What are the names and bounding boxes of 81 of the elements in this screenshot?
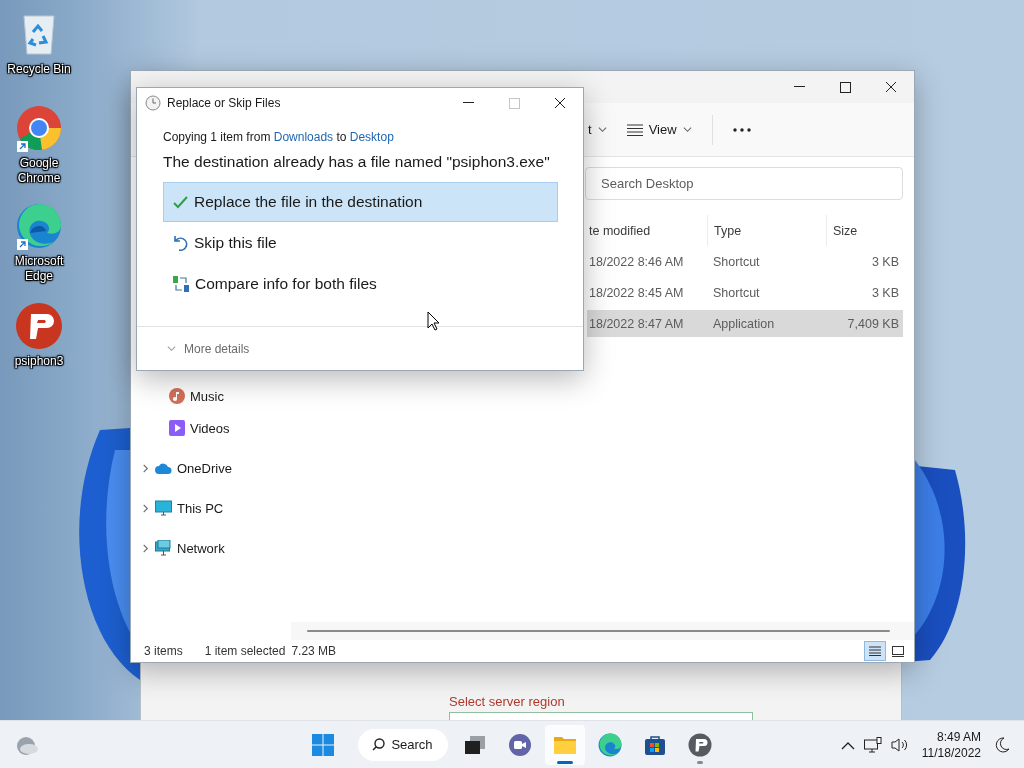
table-cell-text: 18/2022 8:46 AM — [588, 254, 685, 269]
table-cell-text: 18/2022 8:47 AM — [588, 316, 685, 331]
minimize-icon — [793, 86, 805, 88]
choice-option[interactable]: Replace the file in the destination — [163, 182, 558, 222]
chevron-icon — [597, 125, 607, 134]
music-icon — [169, 388, 185, 404]
task-view-icon — [463, 734, 486, 755]
network-icon[interactable] — [863, 737, 882, 753]
mouse-pointer-icon — [427, 311, 440, 331]
nav-item[interactable]: This PC — [131, 492, 291, 524]
shortcut-icon[interactable] — [15, 104, 63, 152]
maximize-icon — [839, 81, 851, 93]
table-cell-text: 3 KB — [870, 254, 900, 269]
maximize-icon — [508, 97, 520, 109]
close-icon — [554, 97, 566, 109]
column-header[interactable]: te modified — [587, 215, 707, 246]
file-row[interactable]: 18/2022 8:45 AM Shortcut 3 KB — [587, 279, 903, 306]
chevron-icon — [682, 125, 692, 134]
dialog-title: Replace or Skip Files — [167, 96, 281, 110]
edge-icon — [597, 732, 622, 757]
moon-icon[interactable] — [994, 737, 1010, 753]
more-details-button[interactable]: More details — [167, 341, 250, 356]
check-icon — [173, 195, 188, 209]
nav-item[interactable]: Music — [131, 380, 291, 412]
table-cell-text: 7,409 KB — [846, 316, 900, 331]
taskbar-search-button[interactable]: Search — [357, 728, 448, 761]
store-icon — [643, 733, 666, 756]
status-text: 3 items — [144, 644, 183, 658]
compare-icon — [173, 276, 189, 292]
volume-icon[interactable] — [890, 737, 909, 753]
choice-option[interactable]: Skip this file — [163, 223, 558, 263]
copy-description: Copying 1 item from Downloads to Desktop — [163, 130, 395, 144]
clock-icon — [145, 95, 161, 111]
cloud-icon — [155, 462, 172, 474]
horizontal-scrollbar[interactable] — [291, 622, 914, 640]
expand-chevron-icon — [141, 463, 150, 473]
more-icon — [732, 127, 751, 132]
file-row[interactable]: 18/2022 8:46 AM Shortcut 3 KB — [587, 248, 903, 275]
psiphon-icon — [687, 732, 712, 757]
chevron-up-icon[interactable] — [840, 740, 855, 750]
chat-icon — [507, 732, 532, 757]
expand-chevron-icon — [141, 503, 150, 513]
details-icon — [869, 646, 881, 656]
app-icon[interactable] — [15, 302, 63, 350]
view-button[interactable]: View — [620, 118, 698, 141]
search-icon — [372, 738, 386, 751]
minimize-icon — [462, 102, 474, 104]
chevron-icon — [167, 344, 176, 353]
undo-arrow-icon — [173, 235, 188, 251]
server-region-field[interactable] — [449, 712, 753, 720]
nav-item[interactable]: Network — [131, 532, 291, 564]
folder-link[interactable]: Desktop — [349, 130, 394, 144]
network-icon — [155, 540, 172, 556]
table-cell-text: Shortcut — [712, 254, 761, 269]
nav-item[interactable]: OneDrive — [131, 452, 291, 484]
table-cell-text: Application — [712, 316, 776, 331]
table-cell-text: 3 KB — [870, 285, 900, 300]
shortcut-icon[interactable] — [15, 202, 63, 250]
field-label: Select server region — [449, 694, 565, 709]
table-cell-text: 18/2022 8:45 AM — [588, 285, 685, 300]
status-text: 7.23 MB — [291, 644, 337, 658]
windows-logo-icon — [311, 733, 334, 756]
status-text: 1 item selected — [204, 644, 286, 658]
table-cell-text: Shortcut — [712, 285, 761, 300]
search-field[interactable]: Search Desktop — [585, 166, 903, 200]
monitor-icon — [155, 500, 172, 516]
dialog-heading: The destination already has a file named "psiphon3.exe" — [163, 153, 551, 171]
choice-option[interactable]: Compare info for both files — [163, 264, 558, 304]
folder-link[interactable]: Downloads — [273, 130, 334, 144]
column-header[interactable]: Size — [826, 215, 903, 246]
details-view-button[interactable] — [864, 641, 886, 661]
nav-item[interactable]: Videos — [131, 412, 291, 444]
video-icon — [169, 420, 185, 436]
taskbar-clock[interactable]: 8:49 AM 11/18/2022 — [921, 729, 981, 761]
sort-button[interactable]: t — [582, 118, 613, 141]
column-header[interactable]: Type — [707, 215, 826, 246]
expand-chevron-icon — [141, 543, 150, 553]
file-row[interactable]: 18/2022 8:47 AM Application 7,409 KB — [587, 310, 903, 337]
tiles-icon — [892, 645, 904, 657]
close-icon — [885, 81, 897, 93]
lines-icon — [626, 123, 643, 136]
